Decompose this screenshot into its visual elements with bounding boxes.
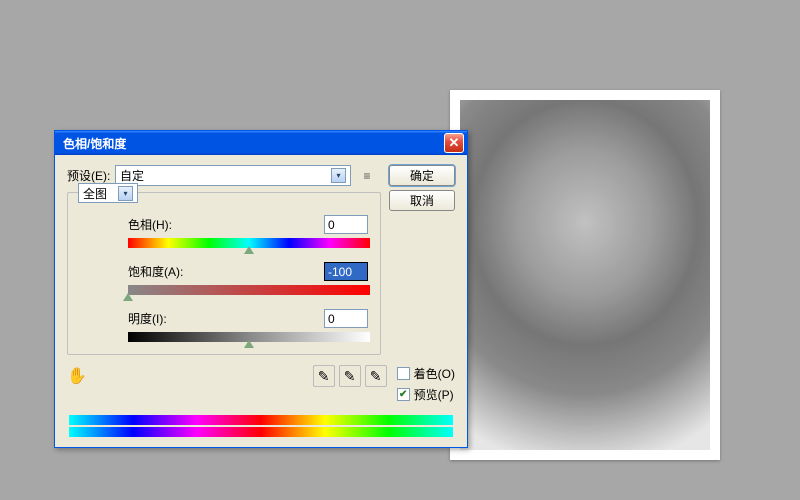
hue-strip-top	[69, 415, 453, 425]
hue-label: 色相(H):	[128, 216, 208, 233]
ok-button[interactable]: 确定	[389, 165, 455, 186]
preset-menu-icon[interactable]: ≡	[359, 168, 375, 184]
saturation-label: 饱和度(A):	[128, 263, 208, 280]
dialog-buttons: 确定 取消	[389, 165, 455, 211]
saturation-row: 饱和度(A):	[78, 262, 370, 295]
hue-reference-strips	[67, 415, 455, 437]
saturation-slider-thumb[interactable]	[123, 293, 133, 301]
chevron-down-icon: ▾	[118, 186, 133, 201]
hue-saturation-dialog: 色相/饱和度 ✕ 预设(E): 自定 ▾ ≡ 全图 ▾	[54, 130, 468, 448]
preset-select[interactable]: 自定 ▾	[115, 165, 351, 186]
adjustment-group: 全图 ▾ 色相(H): 饱和度(A):	[67, 192, 381, 355]
lightness-slider[interactable]	[128, 332, 370, 342]
lightness-label: 明度(I):	[128, 310, 208, 327]
hue-row: 色相(H):	[78, 215, 370, 248]
channel-select[interactable]: 全图 ▾	[78, 183, 138, 203]
eyedropper-plus-icon[interactable]: ✎	[339, 365, 361, 387]
dialog-body: 预设(E): 自定 ▾ ≡ 全图 ▾ 色相(H):	[55, 155, 467, 447]
dialog-titlebar[interactable]: 色相/饱和度 ✕	[55, 131, 467, 155]
lightness-row: 明度(I):	[78, 309, 370, 342]
lightness-slider-thumb[interactable]	[244, 340, 254, 348]
close-button[interactable]: ✕	[444, 133, 464, 153]
eyedropper-minus-icon[interactable]: ✎	[365, 365, 387, 387]
chevron-down-icon: ▾	[331, 168, 346, 183]
cancel-button[interactable]: 取消	[389, 190, 455, 211]
lightness-input[interactable]	[324, 309, 368, 328]
hue-slider-thumb[interactable]	[244, 246, 254, 254]
saturation-slider[interactable]	[128, 285, 370, 295]
eyedropper-group: ✎ ✎ ✎	[313, 365, 387, 387]
eyedropper-icon[interactable]: ✎	[313, 365, 335, 387]
hue-input[interactable]	[324, 215, 368, 234]
channel-value: 全图	[83, 185, 107, 202]
hand-icon[interactable]: ✋	[67, 366, 87, 386]
preset-label: 预设(E):	[67, 167, 115, 184]
checkbox-group: 着色(O) ✔ 预览(P)	[397, 365, 455, 407]
preview-label: 预览(P)	[414, 386, 454, 403]
preview-checkbox[interactable]: ✔	[397, 388, 410, 401]
dialog-title: 色相/饱和度	[63, 135, 444, 152]
colorize-checkbox[interactable]	[397, 367, 410, 380]
preset-value: 自定	[120, 167, 144, 184]
colorize-label: 着色(O)	[414, 365, 455, 382]
hue-slider[interactable]	[128, 238, 370, 248]
hue-strip-bottom	[69, 427, 453, 437]
canvas-portrait-image	[450, 90, 720, 460]
saturation-input[interactable]	[324, 262, 368, 281]
